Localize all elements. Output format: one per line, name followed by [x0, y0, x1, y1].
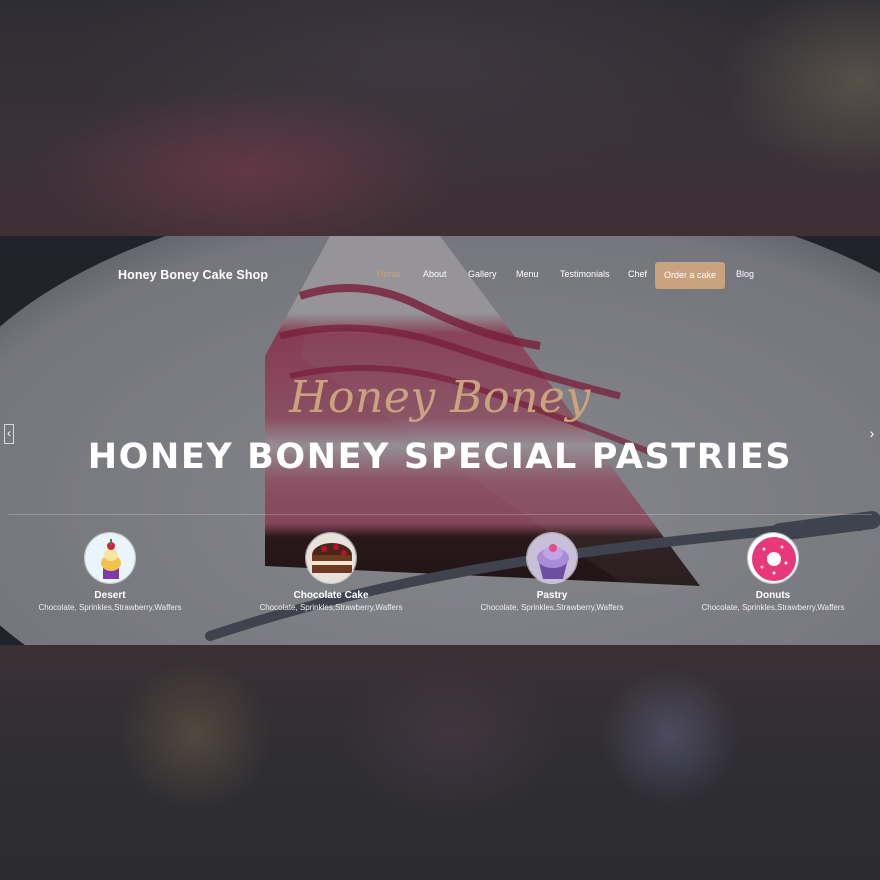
category-pastry[interactable]: Pastry Chocolate, Sprinkles,Strawberry,W…: [452, 532, 652, 612]
chevron-right-icon: ›: [869, 425, 875, 441]
script-title: Honey Boney: [289, 372, 591, 423]
chocolate-cake-icon: [305, 532, 357, 584]
hero-banner: Honey Boney Cake Shop Home About Gallery…: [0, 236, 880, 645]
cupcake-icon: [526, 532, 578, 584]
nav-testimonials[interactable]: Testimonials: [560, 269, 610, 279]
donut-icon: [747, 532, 799, 584]
main-navigation: Home About Gallery Menu Testimonials Che…: [0, 262, 880, 289]
category-donuts[interactable]: Donuts Chocolate, Sprinkles,Strawberry,W…: [673, 532, 873, 612]
category-name: Desert: [94, 590, 126, 601]
nav-home[interactable]: Home: [377, 269, 401, 279]
chevron-left-icon: ‹: [7, 426, 11, 440]
nav-blog[interactable]: Blog: [736, 269, 754, 279]
carousel-next-button[interactable]: ›: [866, 424, 878, 444]
page: Honey Boney Cake Shop Home About Gallery…: [0, 0, 880, 880]
category-name: Donuts: [755, 590, 791, 601]
category-desert[interactable]: Desert Chocolate, Sprinkles,Strawberry,W…: [10, 532, 210, 612]
nav-about[interactable]: About: [423, 269, 447, 279]
blurred-backdrop-bottom: [0, 645, 880, 880]
nav-chef[interactable]: Chef: [628, 269, 647, 279]
blurred-backdrop-top: [0, 0, 880, 236]
category-name: Chocolate Cake: [293, 590, 369, 601]
category-name: Pastry: [536, 590, 568, 601]
nav-gallery[interactable]: Gallery: [468, 269, 497, 279]
carousel-prev-button[interactable]: ‹: [4, 424, 14, 444]
dessert-cup-icon: [84, 532, 136, 584]
category-description: Chocolate, Sprinkles,Strawberry,Waffers: [480, 603, 624, 612]
hero-heading: HONEY BONEY SPECIAL PASTRIES: [87, 437, 793, 477]
category-description: Chocolate, Sprinkles,Strawberry,Waffers: [259, 603, 403, 612]
category-description: Chocolate, Sprinkles,Strawberry,Waffers: [701, 603, 845, 612]
category-chocolate-cake[interactable]: Chocolate Cake Chocolate, Sprinkles,Stra…: [231, 532, 431, 612]
hero-divider: [8, 514, 872, 515]
nav-menu[interactable]: Menu: [516, 269, 539, 279]
category-description: Chocolate, Sprinkles,Strawberry,Waffers: [38, 603, 182, 612]
order-cake-button[interactable]: Order a cake: [655, 262, 725, 289]
